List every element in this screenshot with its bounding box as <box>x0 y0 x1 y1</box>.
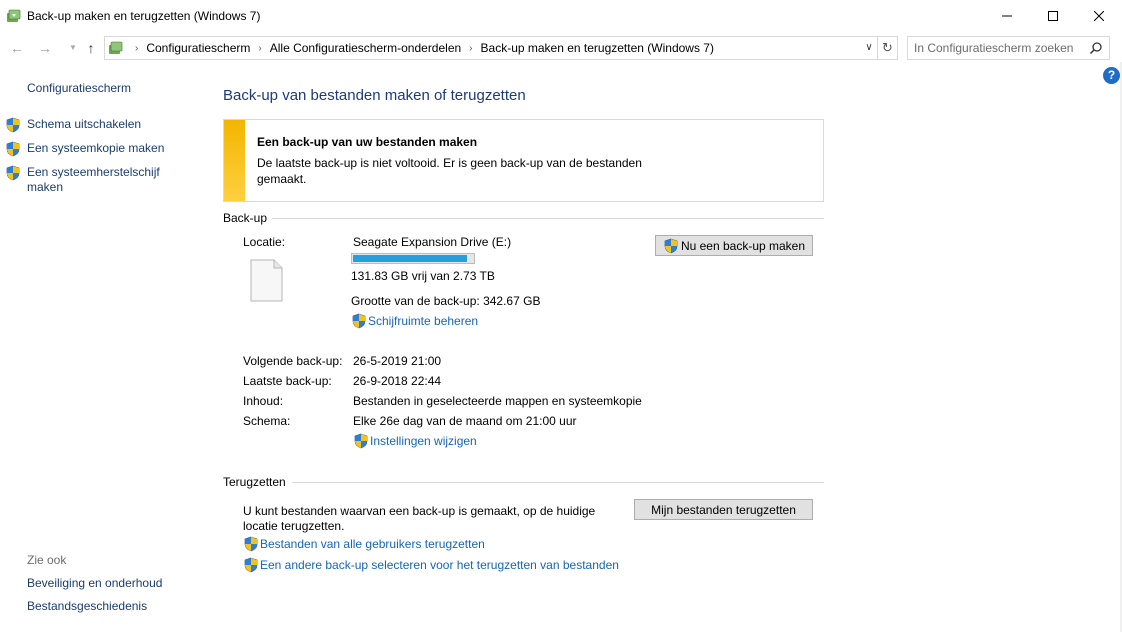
manage-disk-space-link[interactable]: Schijfruimte beheren <box>351 313 478 329</box>
drive-name: Seagate Expansion Drive (E:) <box>353 235 512 249</box>
maximize-icon <box>1048 10 1058 21</box>
recent-locations-button[interactable]: ▼ <box>64 39 82 57</box>
minimize-button[interactable] <box>984 0 1030 31</box>
search-icon[interactable] <box>1089 41 1103 55</box>
next-backup-label: Volgende back-up: <box>243 354 343 368</box>
breadcrumb-item-control-panel[interactable]: Configuratiescherm <box>146 41 250 55</box>
address-bar[interactable]: › Configuratiescherm › Alle Configuratie… <box>104 36 878 60</box>
chevron-down-icon: ▼ <box>69 43 77 52</box>
restore-section-header: Terugzetten <box>223 475 286 489</box>
drive-document-icon <box>250 259 283 302</box>
sidebar-item-label: Schema uitschakelen <box>27 117 142 131</box>
arrow-up-icon: ↑ <box>87 40 95 56</box>
breadcrumb: › Configuratiescherm › Alle Configuratie… <box>127 41 714 55</box>
select-other-backup-label: Een andere back-up selecteren voor het t… <box>260 558 619 572</box>
uac-shield-icon <box>663 238 679 254</box>
next-backup-value: 26-5-2019 21:00 <box>353 354 442 368</box>
location-label: Locatie: <box>243 235 286 249</box>
change-settings-link[interactable]: Instellingen wijzigen <box>353 433 477 449</box>
breadcrumb-item-all-items[interactable]: Alle Configuratiescherm-onderdelen <box>270 41 461 55</box>
contents-value: Bestanden in geselecteerde mappen en sys… <box>353 394 642 408</box>
chevron-down-icon: ∨ <box>865 42 873 53</box>
uac-shield-icon <box>243 557 259 573</box>
back-button[interactable]: ← <box>8 39 26 57</box>
refresh-button[interactable]: ↻ <box>878 36 898 60</box>
search-box[interactable] <box>907 36 1110 60</box>
breadcrumb-separator-icon[interactable]: › <box>469 43 472 54</box>
help-icon[interactable]: ? <box>1103 67 1120 84</box>
restore-all-users-link[interactable]: Bestanden van alle gebruikers terugzette… <box>243 536 485 552</box>
arrow-left-icon: ← <box>10 40 24 56</box>
see-also-security-maintenance-link[interactable]: Beveiliging en onderhoud <box>27 576 162 590</box>
schedule-value: Elke 26e dag van de maand om 21:00 uur <box>353 414 577 428</box>
uac-shield-icon <box>351 313 367 329</box>
sidebar-item-create-repair-disc[interactable]: Een systeemherstelschijf maken <box>27 165 167 195</box>
schedule-label: Schema: <box>243 414 291 428</box>
title-bar: Back-up maken en terugzetten (Windows 7) <box>0 0 1122 32</box>
restore-all-users-label: Bestanden van alle gebruikers terugzette… <box>260 537 485 551</box>
manage-disk-space-label: Schijfruimte beheren <box>368 314 479 328</box>
free-space-text: 131.83 GB vrij van 2.73 TB <box>351 269 495 283</box>
sidebar-item-label: Een systeemkopie maken <box>27 141 165 155</box>
control-panel-icon <box>109 41 123 54</box>
last-backup-label: Laatste back-up: <box>243 374 332 388</box>
change-settings-label: Instellingen wijzigen <box>370 434 477 448</box>
sidebar-item-disable-schedule[interactable]: Schema uitschakelen <box>27 117 187 132</box>
select-other-backup-link[interactable]: Een andere back-up selecteren voor het t… <box>243 557 619 573</box>
uac-shield-icon <box>5 141 21 157</box>
warning-banner: Een back-up van uw bestanden maken De la… <box>223 119 824 202</box>
backup-now-label: Nu een back-up maken <box>680 238 806 253</box>
see-also-file-history-link[interactable]: Bestandsgeschiedenis <box>27 599 147 613</box>
search-input[interactable] <box>914 40 1084 56</box>
maximize-button[interactable] <box>1030 0 1076 31</box>
sidebar-item-control-panel-home[interactable]: Configuratiescherm <box>27 81 131 95</box>
restore-my-files-label: Mijn bestanden terugzetten <box>651 502 796 517</box>
sidebar-item-create-system-image[interactable]: Een systeemkopie maken <box>27 141 187 156</box>
drive-usage-bar <box>351 253 475 264</box>
uac-shield-icon <box>243 536 259 552</box>
drive-usage-fill <box>353 255 467 262</box>
warning-title: Een back-up van uw bestanden maken <box>257 135 478 149</box>
forward-button[interactable]: → <box>36 39 54 57</box>
divider <box>272 218 824 219</box>
close-icon <box>1094 10 1104 21</box>
uac-shield-icon <box>5 117 21 133</box>
refresh-icon: ↻ <box>882 40 893 55</box>
up-button[interactable]: ↑ <box>82 39 100 57</box>
arrow-right-icon: → <box>38 40 52 56</box>
window-title: Back-up maken en terugzetten (Windows 7) <box>27 9 261 23</box>
close-button[interactable] <box>1076 0 1122 31</box>
warning-text: De laatste back-up is niet voltooid. Er … <box>257 156 642 186</box>
breadcrumb-item-backup[interactable]: Back-up maken en terugzetten (Windows 7) <box>481 41 714 55</box>
divider <box>292 482 824 483</box>
backup-size-text: Grootte van de back-up: 342.67 GB <box>351 294 541 308</box>
uac-shield-icon <box>5 165 21 181</box>
breadcrumb-separator-icon[interactable]: › <box>135 43 138 54</box>
contents-label: Inhoud: <box>243 394 284 408</box>
last-backup-value: 26-9-2018 22:44 <box>353 374 442 388</box>
restore-description: U kunt bestanden waarvan een back-up is … <box>243 504 596 533</box>
breadcrumb-separator-icon[interactable]: › <box>258 43 261 54</box>
backup-section-header: Back-up <box>223 211 268 225</box>
restore-my-files-button[interactable]: Mijn bestanden terugzetten <box>634 499 813 520</box>
page-title: Back-up van bestanden maken of terugzett… <box>223 87 526 104</box>
backup-app-icon <box>7 9 21 22</box>
backup-now-button[interactable]: Nu een back-up maken <box>655 235 813 256</box>
sidebar-item-label: Een systeemherstelschijf maken <box>27 165 160 194</box>
warning-bar <box>224 120 245 201</box>
navigation-bar: ← → ▼ ↑ › Configuratiescherm › Alle Conf… <box>0 34 1122 62</box>
see-also-heading: Zie ook <box>27 553 67 567</box>
minimize-icon <box>1002 15 1012 16</box>
uac-shield-icon <box>353 433 369 449</box>
address-dropdown-button[interactable]: ∨ <box>861 40 877 56</box>
